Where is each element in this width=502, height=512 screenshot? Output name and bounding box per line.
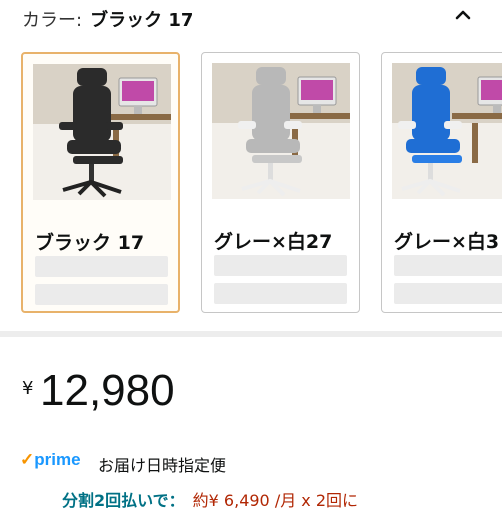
prime-logo-text: prime [34,450,81,469]
swatch-price-placeholder [35,256,168,277]
color-label: カラー: ブラック 17 [22,6,193,32]
section-divider [0,331,502,337]
color-header: カラー: ブラック 17 [0,0,502,46]
chair-image-black [33,64,171,200]
swatch-price-placeholder [394,255,502,276]
installment-detail: 約¥ 6,490 /月 x 2回に [192,491,359,510]
swatch-black-17[interactable]: ブラック 17 [21,52,180,313]
selected-color-name: ブラック 17 [90,10,194,31]
swatch-label: グレー×白3 [394,231,500,253]
swatch-stock-placeholder [214,283,347,304]
swatch-label: グレー×白27 [214,231,333,253]
prime-check-icon: ✓ [20,450,35,469]
color-label-text: カラー: [22,10,83,31]
swatch-stock-placeholder [35,284,168,305]
swatch-grey-white-27[interactable]: グレー×白27 [201,52,360,313]
chair-image-blue [392,63,502,199]
chevron-up-icon[interactable] [450,4,476,26]
swatch-grey-white-3[interactable]: グレー×白3 [381,52,502,313]
installment-row[interactable]: 分割2回払いで： 約¥ 6,490 /月 x 2回に [62,487,358,511]
prime-logo: ✓prime [20,450,81,470]
price-amount: 12,980 [40,366,175,415]
installment-link[interactable]: 分割2回払いで： [62,491,185,510]
swatch-price-placeholder [214,255,347,276]
prime-delivery-text: お届け日時指定便 [98,456,227,475]
chair-image-grey [212,63,350,199]
swatch-label: ブラック 17 [35,232,145,254]
currency-symbol: ¥ [22,378,34,399]
swatch-stock-placeholder [394,283,502,304]
color-swatch-list: ブラック 17 グレー×白27 グレー×白3 [0,50,502,316]
